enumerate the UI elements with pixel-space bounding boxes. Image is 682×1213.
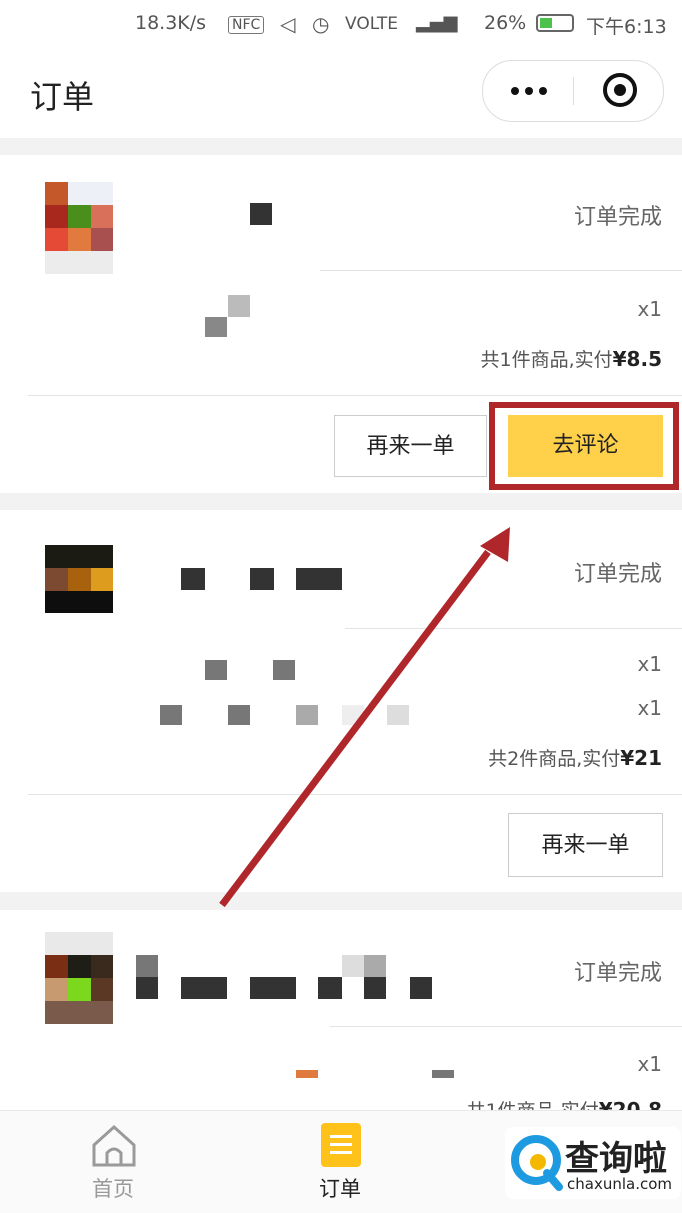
watermark-site: chaxunla.com [567,1175,672,1193]
order-list-icon [321,1123,361,1167]
watermark-logo [511,1135,563,1191]
arrow-shaft [219,549,491,908]
watermark-text: 查询啦 [565,1139,667,1179]
nav-tab-orders[interactable]: 订单 [286,1111,396,1213]
home-icon [92,1124,136,1167]
nav-label-orders: 订单 [319,1177,361,1201]
annotation-arrow [219,527,510,908]
watermark: 查询啦 chaxunla.com [505,1127,681,1199]
nav-tab-home[interactable]: 首页 [60,1111,170,1213]
nav-label-home: 首页 [92,1177,134,1201]
